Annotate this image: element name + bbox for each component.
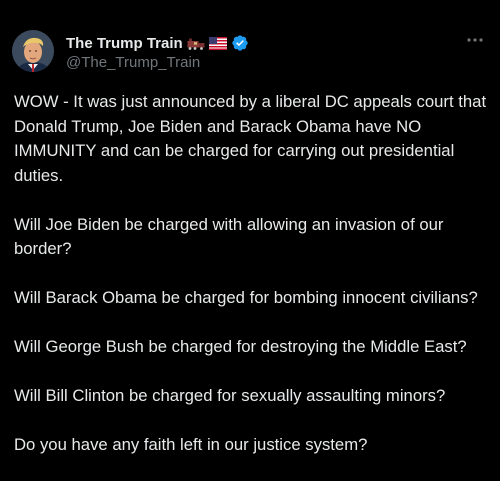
train-emoji-icon (187, 37, 205, 50)
author-handle[interactable]: @The_Trump_Train (66, 54, 200, 71)
tweet-card: The Trump Train @The_Trump_Train WOW - I… (0, 0, 500, 481)
tweet-paragraph: Do you have any faith left in our justic… (14, 435, 368, 454)
tweet-paragraph: Will Barack Obama be charged for bombing… (14, 288, 478, 307)
verified-badge-icon (231, 34, 249, 52)
tweet-paragraph: Will Joe Biden be charged with allowing … (14, 214, 444, 259)
us-flag-icon (208, 36, 227, 50)
avatar[interactable] (12, 30, 54, 72)
more-horizontal-icon (467, 38, 483, 42)
tweet-paragraph: Will George Bush be charged for destroyi… (14, 337, 467, 356)
author-name-row: The Trump Train (66, 33, 249, 53)
tweet-paragraph: Will Bill Clinton be charged for sexuall… (14, 386, 446, 405)
tweet-text: WOW - It was just announced by a liberal… (14, 90, 488, 481)
author-display-name[interactable]: The Trump Train (66, 35, 183, 52)
more-options-button[interactable] (462, 30, 488, 50)
tweet-paragraph: WOW - It was just announced by a liberal… (14, 92, 487, 185)
